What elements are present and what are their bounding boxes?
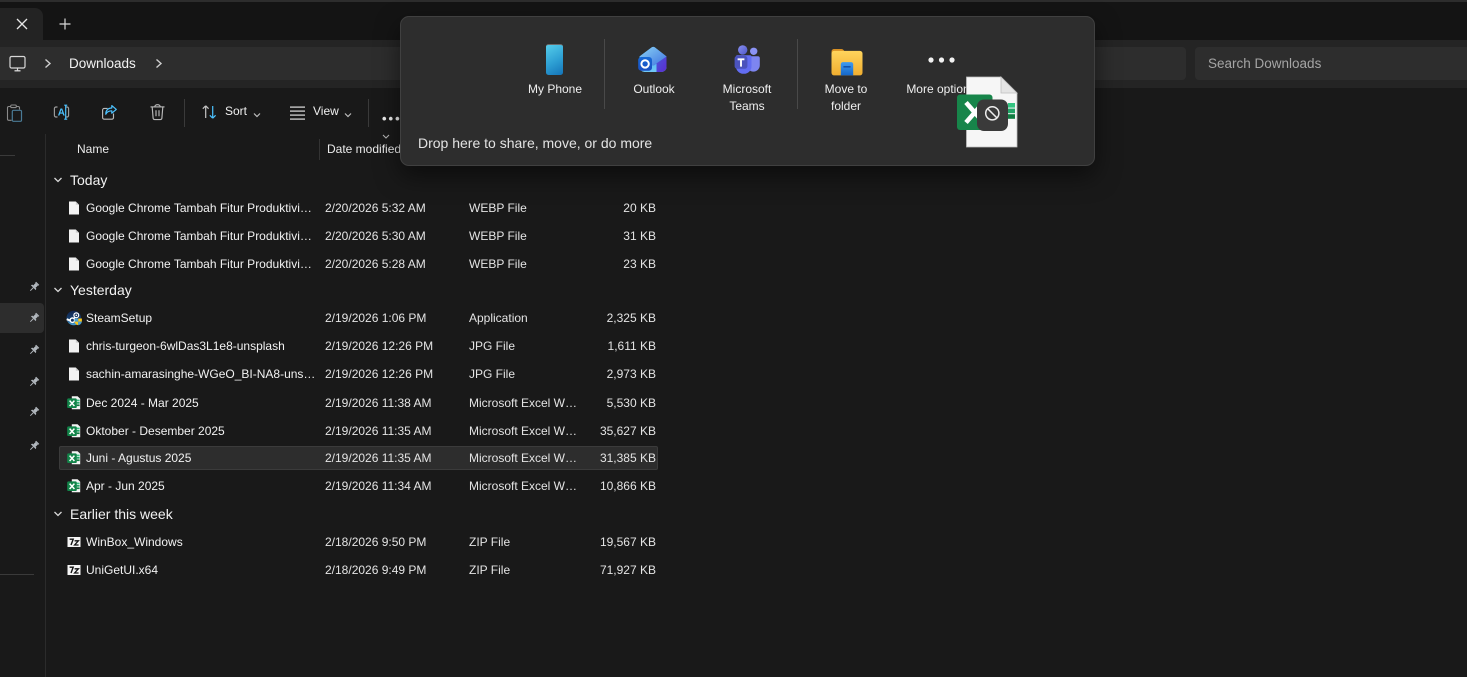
svg-text:A: A bbox=[58, 107, 65, 118]
